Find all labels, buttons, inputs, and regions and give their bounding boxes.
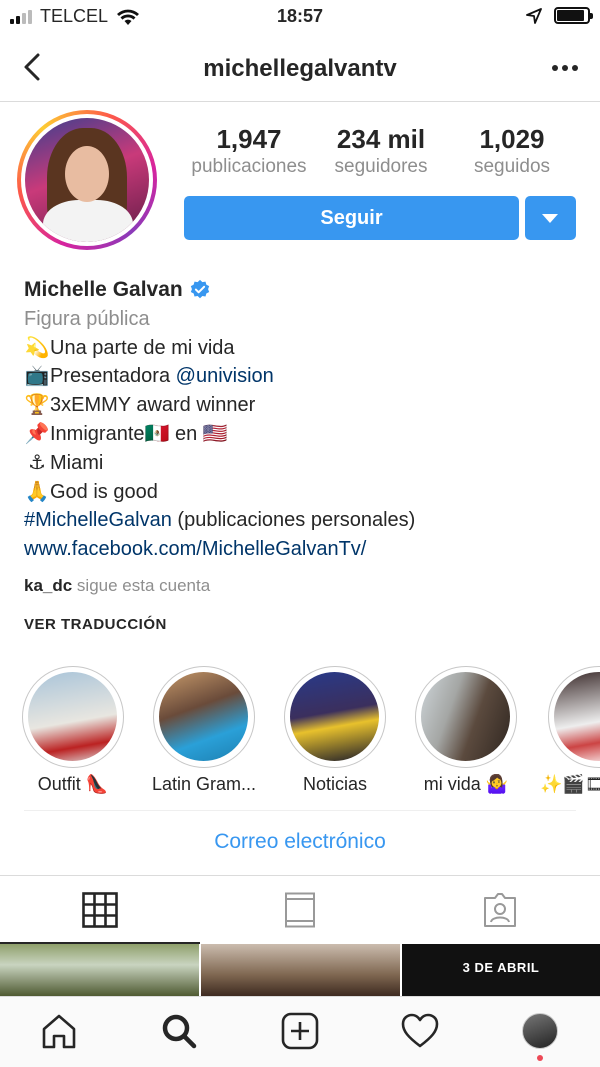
- nav-home[interactable]: [39, 1011, 79, 1051]
- highlight-label: ✨🎬🎞: [540, 774, 600, 794]
- search-icon: [162, 1014, 197, 1049]
- stat-label: seguidores: [334, 156, 428, 177]
- website-link[interactable]: www.facebook.com/MichelleGalvanTv/: [24, 535, 584, 564]
- stat-followers[interactable]: 234 mil seguidores: [318, 124, 444, 180]
- post-thumbnail[interactable]: [0, 944, 199, 996]
- follower-username: ka_dc: [24, 576, 73, 595]
- stat-value: 1,947: [216, 124, 282, 154]
- nav-activity[interactable]: [400, 1011, 440, 1051]
- highlight-label: Noticias: [302, 774, 368, 794]
- profile-username-title: michellegalvantv: [203, 55, 397, 82]
- bio-line: 🏆3xEMMY award winner: [24, 394, 256, 417]
- mention-link[interactable]: @univision: [176, 365, 274, 387]
- profile-bio: Michelle Galvan Figura pública 💫Una part…: [24, 276, 584, 564]
- highlight-extra[interactable]: ✨🎬🎞: [532, 666, 600, 795]
- profile-avatar[interactable]: [17, 110, 157, 250]
- tagged-person-icon: [484, 893, 516, 927]
- stat-label: seguidos: [473, 156, 551, 177]
- clock: 18:57: [276, 6, 324, 26]
- highlight-label: Latin Gram...: [151, 774, 257, 794]
- hashtag-link[interactable]: #MichelleGalvan: [24, 509, 172, 531]
- home-icon: [42, 1014, 76, 1049]
- highlight-noticias[interactable]: Noticias: [270, 666, 400, 795]
- post-caption: 3 DE ABRIL: [462, 960, 540, 975]
- stat-following[interactable]: 1,029 seguidos: [444, 124, 580, 180]
- location-arrow-icon: [526, 7, 542, 24]
- feed-list-icon: [285, 892, 315, 928]
- new-post-icon: [281, 1012, 319, 1050]
- more-dots-icon[interactable]: [550, 58, 580, 78]
- bio-line: ⚓ Miami: [28, 451, 104, 474]
- highlight-label: mi vida 🤷‍♀️: [423, 774, 509, 794]
- stat-posts[interactable]: 1,947 publicaciones: [180, 124, 318, 180]
- highlight-mi-vida[interactable]: mi vida 🤷‍♀️: [401, 666, 531, 795]
- full-name: Michelle Galvan: [24, 278, 183, 301]
- nav-new-post[interactable]: [280, 1011, 320, 1051]
- status-bar: TELCEL 18:57: [0, 0, 600, 36]
- follow-button[interactable]: Seguir: [184, 196, 519, 240]
- post-thumbnail[interactable]: [201, 944, 400, 996]
- profile-category: Figura pública: [24, 307, 150, 330]
- stat-value: 234 mil: [336, 124, 426, 154]
- bio-line: 🙏God is good: [24, 480, 158, 503]
- stat-value: 1,029: [479, 124, 545, 154]
- chevron-down-icon: [542, 214, 558, 223]
- email-contact-button[interactable]: Correo electrónico: [0, 830, 600, 854]
- see-translation-link[interactable]: VER TRADUCCIÓN: [24, 616, 167, 633]
- bio-line: 📺Presentadora @univision: [24, 365, 274, 388]
- stat-label: publicaciones: [191, 156, 307, 177]
- highlight-latin-grammy[interactable]: Latin Gram...: [139, 666, 269, 795]
- nav-search[interactable]: [159, 1011, 199, 1051]
- profile-tab-bar: [0, 875, 600, 944]
- followed-by-text[interactable]: ka_dc sigue esta cuenta: [24, 576, 210, 596]
- heart-icon: [401, 1013, 439, 1048]
- bottom-navigation: [0, 996, 600, 1067]
- tab-grid[interactable]: [0, 876, 200, 944]
- story-highlights: Outfit 👠 Latin Gram... Noticias mi vida …: [0, 660, 600, 810]
- profile-photo: [25, 118, 149, 242]
- posts-grid: 3 DE ABRIL: [0, 944, 600, 996]
- tab-tagged[interactable]: [400, 876, 600, 944]
- battery-icon: [554, 7, 593, 24]
- bio-line: 📌Inmigrante🇲🇽 en 🇺🇸: [24, 422, 228, 445]
- bio-hashtag-line: #MichelleGalvan (publicaciones personale…: [24, 509, 416, 532]
- tab-feed[interactable]: [200, 876, 400, 944]
- grid-icon: [82, 892, 118, 928]
- bio-line: 💫Una parte de mi vida: [24, 336, 235, 359]
- highlight-outfit[interactable]: Outfit 👠: [8, 666, 138, 795]
- highlight-label: Outfit 👠: [37, 774, 109, 794]
- profile-header-bar: michellegalvantv: [0, 36, 600, 102]
- profile-avatar-icon[interactable]: [522, 1013, 558, 1049]
- divider: [24, 810, 576, 811]
- verified-badge-icon: [190, 280, 209, 299]
- profile-stats: 1,947 publicaciones 234 mil seguidores 1…: [180, 124, 580, 180]
- notification-dot: [537, 1055, 543, 1061]
- post-thumbnail[interactable]: 3 DE ABRIL: [402, 944, 600, 996]
- full-name-row: Michelle Galvan: [24, 276, 584, 305]
- suggestions-dropdown-button[interactable]: [525, 196, 576, 240]
